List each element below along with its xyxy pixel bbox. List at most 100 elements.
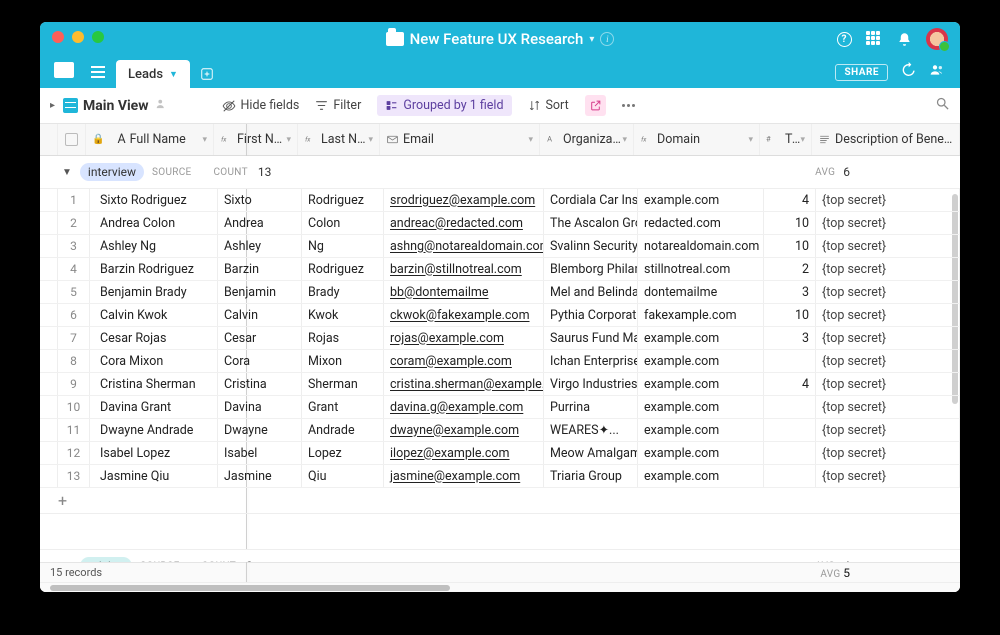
expand-record-icon[interactable] (40, 258, 58, 280)
table-row[interactable]: 4 Barzin Rodriguez Barzin Rodriguez barz… (40, 258, 960, 281)
cell-email[interactable]: dwayne@example.com (384, 419, 544, 441)
cell-last-name[interactable]: Kwok (302, 304, 384, 326)
table-row[interactable]: 10 Davina Grant Davina Grant davina.g@ex… (40, 396, 960, 419)
expand-record-icon[interactable] (40, 465, 58, 487)
cell-domain[interactable]: example.com (638, 442, 764, 464)
cell-team[interactable]: 3 (764, 281, 816, 303)
cell-first-name[interactable]: Davina (218, 396, 302, 418)
expand-record-icon[interactable] (40, 350, 58, 372)
select-all-checkbox[interactable] (58, 124, 86, 155)
cell-first-name[interactable]: Calvin (218, 304, 302, 326)
cell-team[interactable]: 2 (764, 258, 816, 280)
cell-email[interactable]: cristina.sherman@example.com (384, 373, 544, 395)
add-record-button[interactable]: + (40, 488, 960, 514)
cell-last-name[interactable]: Lopez (302, 442, 384, 464)
cell-last-name[interactable]: Ng (302, 235, 384, 257)
cell-description[interactable]: {top secret} (816, 189, 960, 211)
cell-full-name[interactable]: Sixto Rodriguez (90, 189, 218, 211)
table-row[interactable]: 3 Ashley Ng Ashley Ng ashng@notarealdoma… (40, 235, 960, 258)
sort-button[interactable]: Sort (528, 98, 569, 113)
column-header-full-name[interactable]: 🔒 A Full Name ▾ (86, 124, 214, 155)
cell-last-name[interactable]: Colon (302, 212, 384, 234)
group-header[interactable]: ▼ pricing SOURCE COUNT 2 AVG 4 (40, 550, 960, 562)
cell-email[interactable]: bb@dontemailme (384, 281, 544, 303)
cell-first-name[interactable]: Cesar (218, 327, 302, 349)
cell-email[interactable]: coram@example.com (384, 350, 544, 372)
cell-first-name[interactable]: Benjamin (218, 281, 302, 303)
cell-last-name[interactable]: Mixon (302, 350, 384, 372)
table-row[interactable]: 5 Benjamin Brady Benjamin Brady bb@donte… (40, 281, 960, 304)
cell-organization[interactable]: Triaria Group (544, 465, 638, 487)
cell-email[interactable]: davina.g@example.com (384, 396, 544, 418)
cell-domain[interactable]: notarealdomain.com (638, 235, 764, 257)
expand-record-icon[interactable] (40, 442, 58, 464)
cell-first-name[interactable]: Jasmine (218, 465, 302, 487)
cell-team[interactable]: 10 (764, 304, 816, 326)
cell-full-name[interactable]: Barzin Rodriguez (90, 258, 218, 280)
cell-organization[interactable]: Virgo Industries (544, 373, 638, 395)
cell-first-name[interactable]: Cora (218, 350, 302, 372)
cell-full-name[interactable]: Davina Grant (90, 396, 218, 418)
help-icon[interactable]: ? (836, 31, 852, 47)
chevron-down-icon[interactable]: ▼ (62, 561, 72, 563)
cell-first-name[interactable]: Sixto (218, 189, 302, 211)
cell-team[interactable] (764, 465, 816, 487)
minimize-window-icon[interactable] (72, 31, 84, 43)
cell-description[interactable]: {top secret} (816, 419, 960, 441)
cell-description[interactable]: {top secret} (816, 373, 960, 395)
cell-description[interactable]: {top secret} (816, 350, 960, 372)
column-header-last-name[interactable]: fx Last Name ▾ (298, 124, 380, 155)
add-tab-button[interactable] (194, 61, 220, 87)
expand-record-icon[interactable] (40, 235, 58, 257)
info-icon[interactable]: i (600, 32, 614, 46)
cell-email[interactable]: jasmine@example.com (384, 465, 544, 487)
cell-full-name[interactable]: Benjamin Brady (90, 281, 218, 303)
cell-description[interactable]: {top secret} (816, 327, 960, 349)
share-button[interactable]: SHARE (835, 64, 888, 81)
horizontal-scrollbar-thumb[interactable] (50, 585, 450, 591)
cell-team[interactable]: 4 (764, 189, 816, 211)
expand-record-icon[interactable] (40, 304, 58, 326)
cell-full-name[interactable]: Cristina Sherman (90, 373, 218, 395)
chevron-down-icon[interactable]: ▾ (202, 135, 207, 145)
cell-team[interactable] (764, 396, 816, 418)
menu-icon[interactable] (86, 60, 110, 84)
cell-last-name[interactable]: Brady (302, 281, 384, 303)
hide-fields-button[interactable]: Hide fields (222, 98, 300, 113)
cell-description[interactable]: {top secret} (816, 465, 960, 487)
cell-description[interactable]: {top secret} (816, 212, 960, 234)
sidebar-toggle-icon[interactable]: ▸ (50, 100, 55, 111)
cell-email[interactable]: andreac@redacted.com (384, 212, 544, 234)
cell-email[interactable]: barzin@stillnotreal.com (384, 258, 544, 280)
table-row[interactable]: 12 Isabel Lopez Isabel Lopez ilopez@exam… (40, 442, 960, 465)
column-header-domain[interactable]: fx Domain ▾ (634, 124, 760, 155)
cell-organization[interactable]: Mel and Belinda Y... (544, 281, 638, 303)
cell-last-name[interactable]: Andrade (302, 419, 384, 441)
cell-last-name[interactable]: Rodriguez (302, 258, 384, 280)
column-header-description[interactable]: Description of Bene... (812, 124, 960, 155)
cell-domain[interactable]: example.com (638, 373, 764, 395)
cell-email[interactable]: ashng@notarealdomain.com (384, 235, 544, 257)
share-view-button[interactable] (585, 95, 606, 116)
cell-description[interactable]: {top secret} (816, 442, 960, 464)
view-switcher[interactable]: Main View (63, 97, 169, 115)
cell-full-name[interactable]: Cesar Rojas (90, 327, 218, 349)
table-row[interactable]: 2 Andrea Colon Andrea Colon andreac@reda… (40, 212, 960, 235)
maximize-window-icon[interactable] (92, 31, 104, 43)
group-header[interactable]: ▼ interview SOURCE COUNT 13 AVG 6 (40, 156, 960, 189)
column-header-first-name[interactable]: fx First Name ▾ (214, 124, 298, 155)
more-icon[interactable] (622, 104, 635, 107)
expand-record-icon[interactable] (40, 373, 58, 395)
cell-team[interactable]: 10 (764, 235, 816, 257)
cell-full-name[interactable]: Cora Mixon (90, 350, 218, 372)
history-icon[interactable] (900, 62, 916, 82)
chevron-down-icon[interactable]: ▾ (589, 34, 594, 45)
cell-last-name[interactable]: Grant (302, 396, 384, 418)
cell-email[interactable]: srodriguez@example.com (384, 189, 544, 211)
cell-domain[interactable]: dontemailme (638, 281, 764, 303)
column-header-organization[interactable]: A Organization ▾ (540, 124, 634, 155)
cell-first-name[interactable]: Dwayne (218, 419, 302, 441)
base-title[interactable]: New Feature UX Research (410, 30, 584, 48)
column-header-team[interactable]: # Team... ▾ (760, 124, 812, 155)
cell-full-name[interactable]: Dwayne Andrade (90, 419, 218, 441)
